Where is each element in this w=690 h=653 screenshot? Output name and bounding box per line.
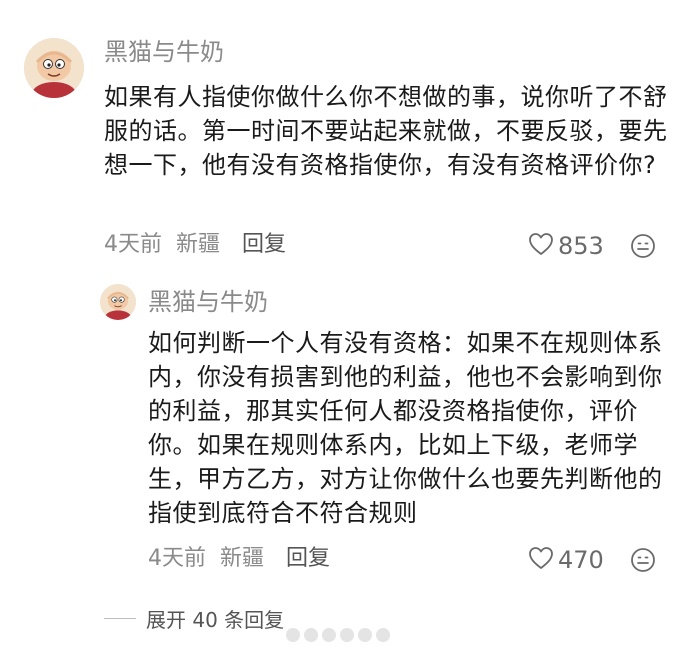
watermark-dot — [376, 628, 390, 642]
reply-like-button[interactable]: 470 — [528, 546, 604, 574]
divider-line — [104, 618, 136, 619]
comment-meta: 4天前 新疆 回复 — [104, 234, 286, 256]
reply-username[interactable]: 黑猫与牛奶 — [148, 290, 268, 314]
reply-location: 新疆 — [220, 546, 265, 571]
smiley-face-icon[interactable] — [630, 233, 656, 259]
reply-text: 如何判断一个人有没有资格：如果不在规则体系内，你没有损害到他的利益，他也不会影响… — [148, 329, 663, 527]
avatar[interactable] — [24, 38, 84, 98]
reply-like-count: 470 — [558, 546, 604, 574]
expand-replies-button[interactable]: 展开 40 条回复 — [104, 604, 284, 633]
reply-avatar[interactable] — [100, 284, 136, 320]
reply-reply-button[interactable]: 回复 — [286, 548, 330, 570]
watermark-dot — [286, 628, 300, 642]
watermark-dot — [358, 628, 372, 642]
comment-reply-button[interactable]: 回复 — [242, 234, 286, 256]
comment-location: 新疆 — [176, 232, 221, 257]
comment-time: 4天前 — [104, 232, 162, 257]
heart-outline-icon — [528, 232, 558, 260]
watermark-dot — [322, 628, 336, 642]
reply-meta: 4天前 新疆 回复 — [148, 548, 330, 570]
watermark-dot — [304, 628, 318, 642]
watermark-dots — [286, 628, 394, 642]
heart-outline-icon — [528, 546, 558, 574]
comment-like-count: 853 — [558, 232, 604, 260]
comment-username[interactable]: 黑猫与牛奶 — [104, 40, 224, 64]
smiley-face-icon[interactable] — [630, 547, 656, 573]
comment-like-button[interactable]: 853 — [528, 232, 604, 260]
watermark-dot — [340, 628, 354, 642]
reply-time: 4天前 — [148, 546, 206, 571]
expand-replies-label: 展开 40 条回复 — [146, 608, 285, 632]
comment-text: 如果有人指使你做什么你不想做的事，说你听了不舒服的话。第一时间不要站起来就做，不… — [104, 83, 668, 179]
